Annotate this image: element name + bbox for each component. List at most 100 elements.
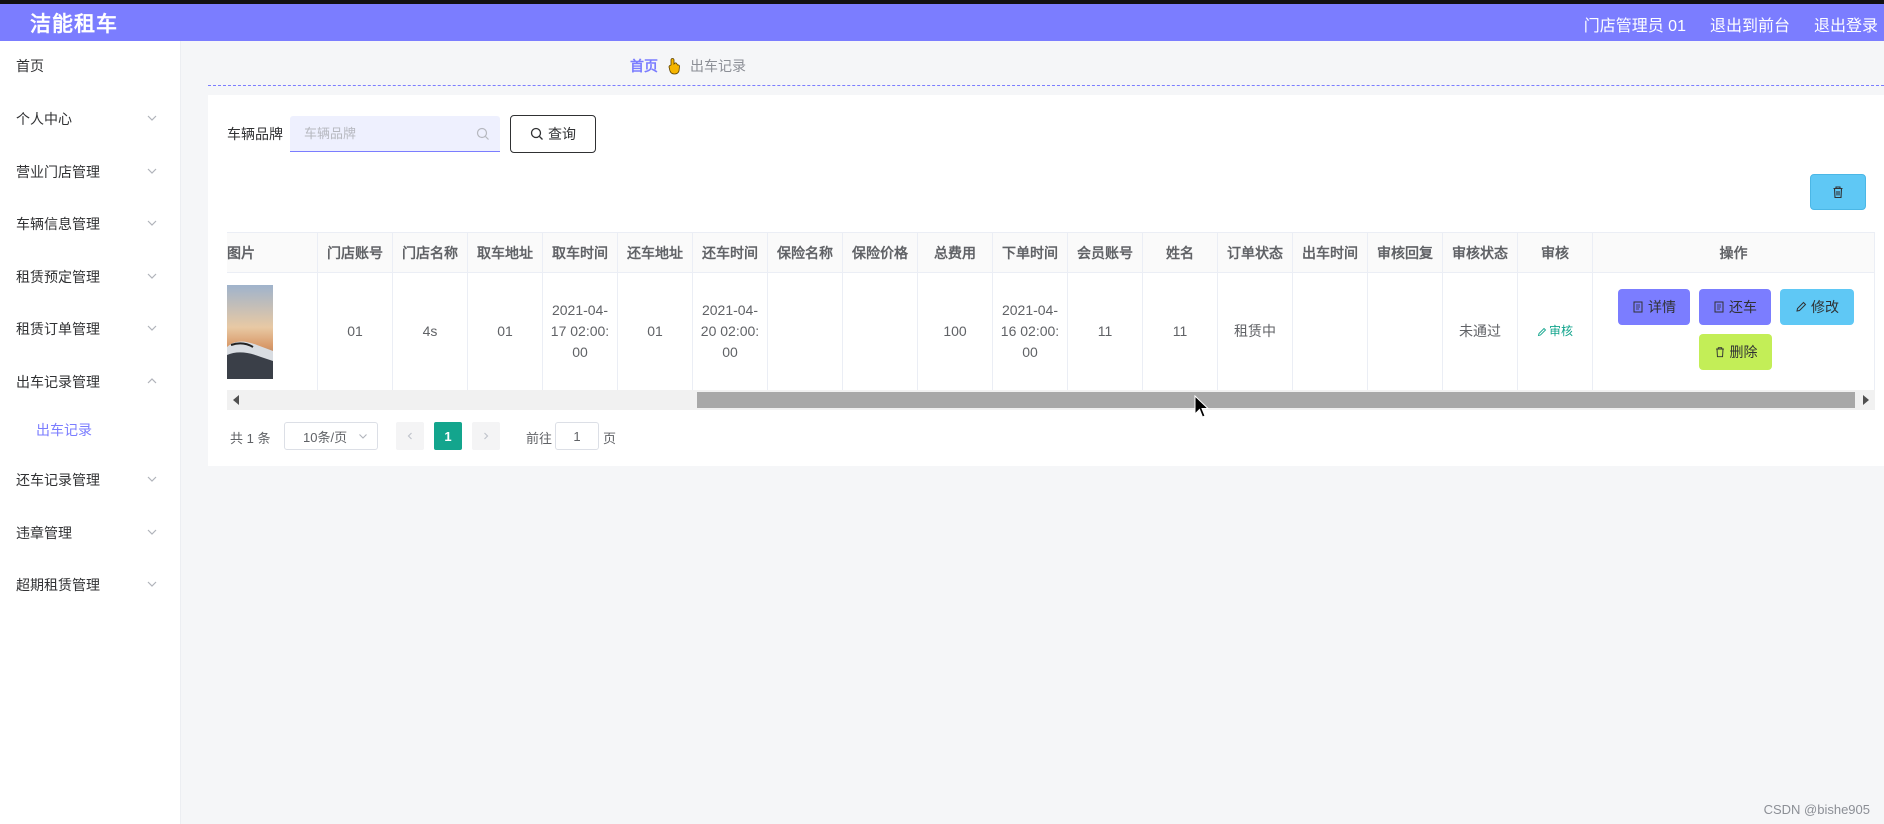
return-car-button-label: 还车 bbox=[1729, 299, 1757, 315]
table-cell-insurance-price bbox=[843, 273, 918, 390]
table-cell-member-account: 11 bbox=[1068, 273, 1143, 390]
car-thumbnail-image bbox=[227, 285, 273, 379]
sidebar-item-reservation-management[interactable]: 租赁预定管理 bbox=[0, 257, 181, 297]
logout-link[interactable]: 退出登录 bbox=[1814, 12, 1878, 36]
chevron-down-icon bbox=[147, 273, 157, 279]
edit-button-label: 修改 bbox=[1811, 299, 1839, 315]
page-size-select[interactable]: 10条/页 bbox=[284, 422, 378, 450]
search-label: 车辆品牌 bbox=[227, 126, 283, 142]
column-header: 出车时间 bbox=[1293, 233, 1368, 273]
mouse-cursor-icon bbox=[1194, 395, 1210, 418]
top-header: 洁能租车 门店管理员 01 退出到前台 退出登录 bbox=[0, 4, 1884, 41]
to-front-link[interactable]: 退出到前台 bbox=[1710, 12, 1790, 36]
sidebar-item-overdue-management[interactable]: 超期租赁管理 bbox=[0, 565, 181, 605]
watermark: CSDN @bishe905 bbox=[1763, 802, 1870, 817]
edit-button[interactable]: 修改 bbox=[1780, 289, 1854, 325]
table-cell-name: 11 bbox=[1143, 273, 1218, 390]
table-horizontal-scrollbar[interactable] bbox=[227, 390, 1875, 410]
app-title: 洁能租车 bbox=[30, 13, 118, 36]
table-cell-pickup-time: 2021-04-17 02:00:00 bbox=[543, 273, 618, 390]
sidebar-item-label: 车辆信息管理 bbox=[16, 216, 100, 232]
edit-icon bbox=[1796, 301, 1807, 312]
search-icon bbox=[476, 127, 489, 140]
column-header: 还车时间 bbox=[693, 233, 768, 273]
table-cell-audit-status: 未通过 bbox=[1443, 273, 1518, 390]
pagination-total: 共 1 条 bbox=[230, 431, 271, 446]
prev-page-button[interactable] bbox=[396, 422, 424, 450]
detail-button-label: 详情 bbox=[1648, 299, 1676, 315]
table-cell-audit: 审核 bbox=[1518, 273, 1593, 390]
trash-icon bbox=[1715, 347, 1724, 358]
chevron-down-icon bbox=[147, 476, 157, 482]
column-header: 审核状态 bbox=[1443, 233, 1518, 273]
column-header: 保险名称 bbox=[768, 233, 843, 273]
breadcrumb-current: 出车记录 bbox=[690, 58, 746, 74]
sidebar: 首页 个人中心 营业门店管理 车辆信息管理 租赁预定管理 租赁订单管理 出车记录… bbox=[0, 41, 181, 824]
sidebar-item-label: 首页 bbox=[16, 58, 44, 74]
scroll-left-arrow-icon[interactable] bbox=[233, 395, 239, 405]
sidebar-item-label: 违章管理 bbox=[16, 525, 72, 541]
chevron-right-icon bbox=[484, 432, 489, 440]
table-cell-image bbox=[227, 273, 318, 390]
document-icon bbox=[1633, 301, 1643, 313]
goto-prefix: 前往 bbox=[526, 431, 553, 446]
column-header: 还车地址 bbox=[618, 233, 693, 273]
column-header: 姓名 bbox=[1143, 233, 1218, 273]
edit-icon bbox=[1537, 327, 1547, 336]
chevron-down-icon bbox=[147, 325, 157, 331]
sidebar-item-personal-center[interactable]: 个人中心 bbox=[0, 99, 181, 139]
table-cell-audit-reply bbox=[1368, 273, 1443, 390]
batch-delete-button[interactable] bbox=[1810, 174, 1866, 210]
audit-link[interactable]: 审核 bbox=[1537, 321, 1573, 342]
goto-page-box bbox=[555, 422, 599, 450]
table-cell-order-time: 2021-04-16 02:00:00 bbox=[993, 273, 1068, 390]
chevron-down-icon bbox=[359, 434, 367, 439]
sidebar-subitem-departure-records[interactable]: 出车记录 bbox=[0, 412, 181, 448]
sidebar-item-violation-management[interactable]: 违章管理 bbox=[0, 513, 181, 553]
hand-icon bbox=[668, 58, 680, 75]
column-header: 操作 bbox=[1593, 233, 1875, 273]
column-header: 审核回复 bbox=[1368, 233, 1443, 273]
column-header: 会员账号 bbox=[1068, 233, 1143, 273]
column-header: 门店账号 bbox=[318, 233, 393, 273]
sidebar-item-label: 租赁订单管理 bbox=[16, 321, 100, 337]
sidebar-item-label: 超期租赁管理 bbox=[16, 577, 100, 593]
user-label: 门店管理员 01 bbox=[1583, 18, 1686, 35]
query-button-label: 查询 bbox=[548, 126, 576, 142]
page-number-button[interactable]: 1 bbox=[434, 422, 462, 450]
delete-button[interactable]: 删除 bbox=[1699, 334, 1772, 370]
column-header: 保险价格 bbox=[843, 233, 918, 273]
next-page-button[interactable] bbox=[472, 422, 500, 450]
sidebar-item-label: 还车记录管理 bbox=[16, 472, 100, 488]
sidebar-item-return-management[interactable]: 还车记录管理 bbox=[0, 460, 181, 500]
chevron-left-icon bbox=[407, 432, 412, 440]
table-cell-pickup-address: 01 bbox=[468, 273, 543, 390]
breadcrumb-divider bbox=[208, 85, 1884, 86]
query-button[interactable]: 查询 bbox=[510, 115, 596, 153]
sidebar-item-store-management[interactable]: 营业门店管理 bbox=[0, 152, 181, 192]
trash-icon bbox=[1833, 186, 1843, 199]
document-icon bbox=[1714, 301, 1724, 313]
breadcrumb: 首页 出车记录 bbox=[630, 56, 746, 76]
sidebar-item-home[interactable]: 首页 bbox=[0, 46, 181, 86]
column-header: 取车时间 bbox=[543, 233, 618, 273]
chevron-down-icon bbox=[147, 529, 157, 535]
detail-button[interactable]: 详情 bbox=[1618, 289, 1690, 325]
goto-page-input[interactable] bbox=[556, 423, 598, 449]
column-header: 下单时间 bbox=[993, 233, 1068, 273]
breadcrumb-home[interactable]: 首页 bbox=[630, 56, 658, 76]
scrollbar-thumb[interactable] bbox=[697, 392, 1855, 408]
column-header: 门店名称 bbox=[393, 233, 468, 273]
chevron-down-icon bbox=[147, 168, 157, 174]
sidebar-item-vehicle-management[interactable]: 车辆信息管理 bbox=[0, 204, 181, 244]
header-actions: 门店管理员 01 退出到前台 退出登录 bbox=[1584, 12, 1878, 36]
table-cell-total-fee: 100 bbox=[918, 273, 993, 390]
sidebar-subitem-label: 出车记录 bbox=[36, 422, 92, 438]
sidebar-item-departure-management[interactable]: 出车记录管理 bbox=[0, 362, 181, 402]
scroll-right-arrow-icon[interactable] bbox=[1863, 395, 1869, 405]
return-car-button[interactable]: 还车 bbox=[1699, 289, 1771, 325]
sidebar-item-order-management[interactable]: 租赁订单管理 bbox=[0, 309, 181, 349]
table-cell-order-status: 租赁中 bbox=[1218, 273, 1293, 390]
chevron-down-icon bbox=[147, 115, 157, 121]
brand-search-input[interactable] bbox=[290, 116, 500, 151]
